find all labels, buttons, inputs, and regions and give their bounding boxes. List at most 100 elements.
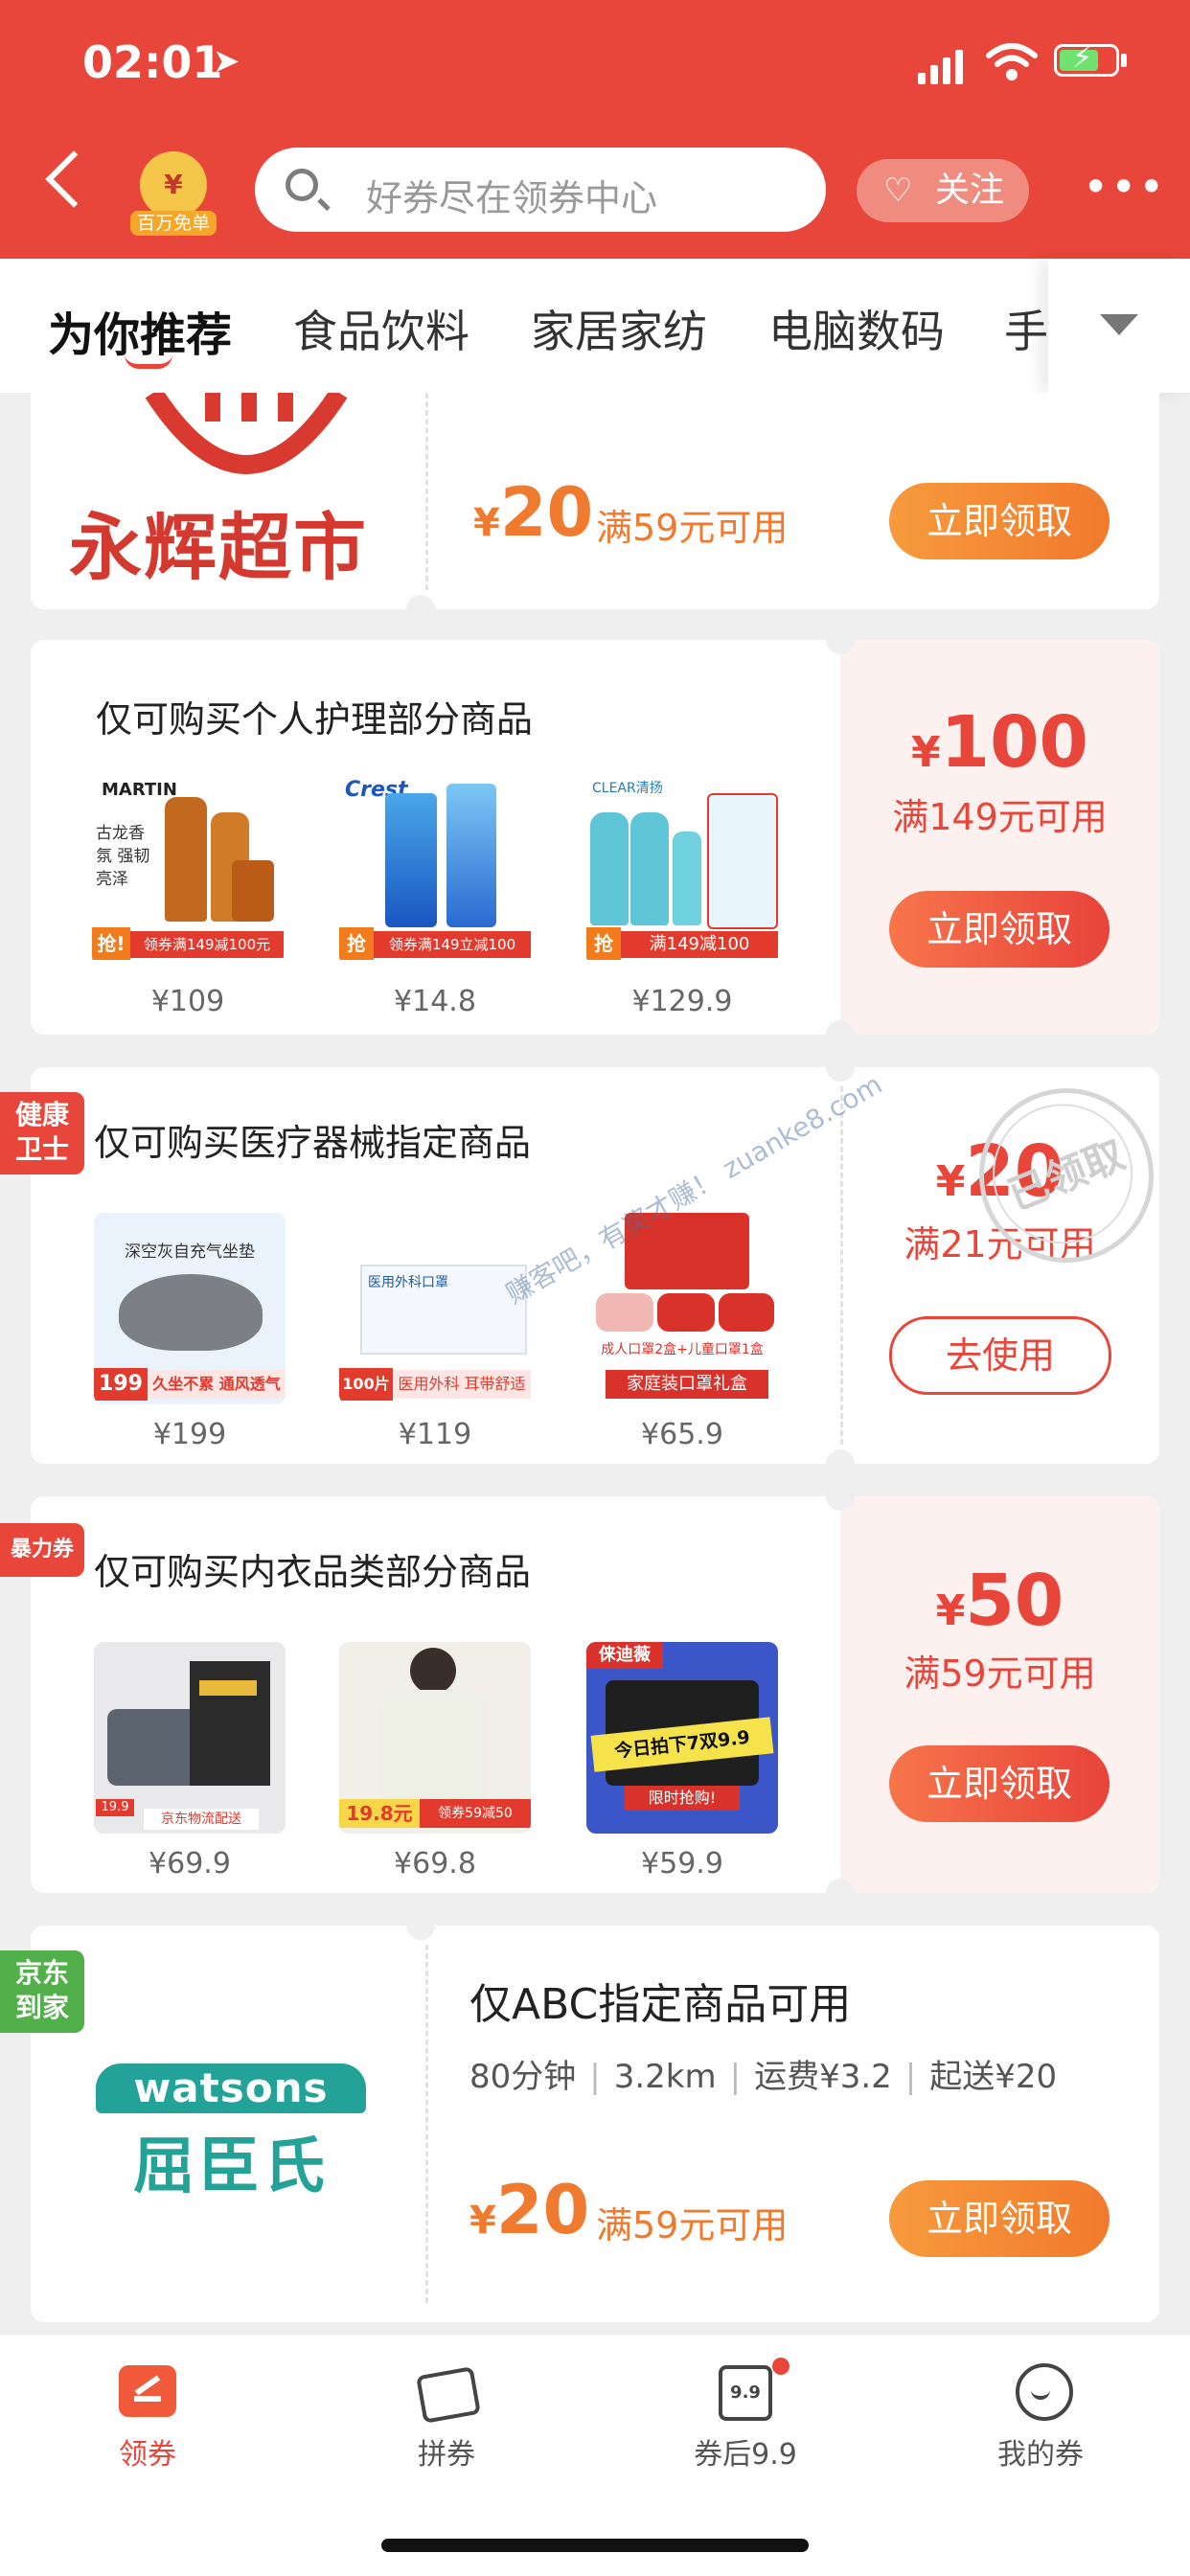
toothpaste-box — [385, 793, 437, 927]
badge-label: 百万免单 — [130, 211, 217, 236]
card-title: 仅可购买个人护理部分商品 — [96, 698, 534, 741]
tab-food-drinks[interactable]: 食品饮料 — [293, 297, 469, 360]
nav-label: 我的券 — [997, 2438, 1084, 2472]
mask-shape — [596, 1293, 653, 1332]
product-crest[interactable]: Crest 抢 领券满149立减100 — [339, 774, 531, 966]
more-menu-icon[interactable]: ••• — [1083, 161, 1166, 213]
product-martin[interactable]: MARTIN 古龙香氛 强韧亮泽 抢! 领券满149减100元 — [92, 774, 284, 966]
product-cushion[interactable]: 深空灰自充气坐垫 199 久坐不累 通风透气 — [94, 1213, 286, 1404]
bottle-shape — [673, 832, 701, 925]
tabs-expand-button[interactable] — [1048, 259, 1190, 393]
shipping-fee: 运费¥3.2 — [754, 2058, 892, 2096]
product-price: ¥59.9 — [641, 1847, 723, 1881]
garment-shape — [381, 1690, 487, 1805]
nav-item-group-coupons[interactable]: 拼券 — [360, 2361, 533, 2473]
promo-ribbon: 限时抢购! — [625, 1786, 740, 1811]
claim-button[interactable]: 立即领取 — [889, 891, 1110, 968]
tab-partial[interactable]: 手 — [1004, 297, 1048, 360]
coupon-amount: ¥50 — [840, 1560, 1159, 1642]
bottle-shape — [232, 860, 274, 922]
product-pajamas[interactable]: 19.8元 领券59减50 — [339, 1642, 531, 1834]
amount-value: 50 — [965, 1560, 1064, 1642]
million-free-badge[interactable]: ¥ 百万免单 — [130, 151, 217, 238]
product-price: ¥119 — [398, 1418, 472, 1451]
product-mask[interactable]: 医用外科口罩 100片 医用外科 耳带舒适 — [339, 1213, 531, 1404]
bottle-shape — [590, 812, 629, 925]
notification-dot — [772, 2358, 790, 2375]
side-tag-health: 健康 卫士 — [0, 1092, 84, 1174]
product-tagline: 成人口罩2盒+儿童口罩1盒 — [601, 1342, 764, 1357]
yen-sign: ¥ — [469, 2199, 496, 2243]
min-order: 起送¥20 — [929, 2058, 1058, 2096]
claim-button[interactable]: 立即领取 — [889, 2180, 1110, 2257]
card-notch — [826, 1020, 855, 1049]
tab-computer-digital[interactable]: 电脑数码 — [768, 297, 945, 360]
promo-ribbon: 家庭装口罩礼盒 — [606, 1370, 768, 1399]
yen-sign: ¥ — [473, 501, 500, 545]
active-tab-indicator — [125, 354, 172, 369]
product-price: ¥129.9 — [631, 985, 733, 1018]
claim-button[interactable]: 立即领取 — [889, 483, 1110, 559]
nav-item-coupons[interactable]: 领券 — [61, 2361, 234, 2473]
price-tag: 199 — [94, 1368, 148, 1401]
store-name: 屈臣氏 — [133, 2131, 329, 2202]
use-button[interactable]: 去使用 — [889, 1316, 1111, 1395]
mask-shape — [657, 1293, 715, 1332]
product-tagline: 深空灰自充气坐垫 — [125, 1242, 255, 1262]
promo-ribbon: 久坐不累 通风透气 — [148, 1370, 286, 1399]
card-notch — [826, 626, 855, 654]
product-image: 俫迪薇 今日拍下7双9.9 限时抢购! — [586, 1642, 778, 1834]
back-chevron-icon[interactable] — [45, 150, 103, 208]
nav-label: 券后9.9 — [694, 2438, 797, 2472]
coupon-card-personal-care: 仅可购买个人护理部分商品 MARTIN 古龙香氛 强韧亮泽 抢! 领券满149减… — [31, 640, 1159, 1035]
distance: 3.2km — [613, 2058, 717, 2096]
promo-ribbon: 领券满149立减100 — [374, 931, 531, 958]
product-brand: MARTIN — [102, 780, 177, 800]
follow-label: 关注 — [935, 171, 1005, 210]
price-tag: 19.8元 — [339, 1799, 420, 1828]
product-underwear-1[interactable]: 19.9 京东物流配送 — [94, 1642, 286, 1834]
tab-home-textiles[interactable]: 家居家纺 — [531, 297, 707, 360]
card-divider — [425, 1945, 428, 2303]
gift-box — [707, 793, 778, 929]
card-title: 仅可购买内衣品类部分商品 — [94, 1551, 532, 1593]
product-price: ¥14.8 — [394, 985, 476, 1018]
follow-button[interactable]: ♡ 关注 — [857, 159, 1029, 222]
product-socks[interactable]: 俫迪薇 今日拍下7双9.9 限时抢购! — [586, 1642, 778, 1834]
coupon-condition: 满59元可用 — [596, 2204, 789, 2246]
search-bar[interactable]: 好券尽在领券中心 — [255, 148, 826, 232]
coupon-card-watsons: watsons 屈臣氏 仅ABC指定商品可用 80分钟 | 3.2km | 运费¥3.2… — [31, 1926, 1159, 2322]
nav-item-my-coupons[interactable]: 我的券 — [954, 2361, 1127, 2473]
promo-ribbon: 医用外科 耳带舒适 — [393, 1370, 531, 1399]
nav-item-after-coupon-9-9[interactable]: 9.9 券后9.9 — [659, 2358, 832, 2473]
amount-value: 100 — [940, 701, 1089, 784]
package-box — [190, 1661, 270, 1786]
card-notch — [406, 595, 435, 624]
card-title: 仅ABC指定商品可用 — [469, 1980, 852, 2029]
card-title: 仅可购买医疗器械指定商品 — [94, 1122, 532, 1164]
promo-ribbon: 满149减100 — [621, 931, 778, 958]
product-brand: CLEAR清扬 — [592, 781, 663, 796]
status-time: 02:01 — [82, 36, 223, 88]
product-image: 医用外科口罩 100片 医用外科 耳带舒适 — [339, 1213, 531, 1404]
coupon-ticket-icon — [119, 2361, 176, 2419]
smile-face-icon — [1012, 2361, 1073, 2421]
delivery-time: 80分钟 — [469, 2058, 577, 2096]
product-price: ¥69.8 — [394, 1847, 476, 1881]
claim-button[interactable]: 立即领取 — [889, 1745, 1110, 1822]
price-9-9-icon: 9.9 — [717, 2358, 790, 2421]
product-tagline: 古龙香氛 强韧亮泽 — [96, 824, 150, 889]
wifi-icon — [985, 40, 1039, 86]
product-image: CLEAR清扬 抢 满149减100 — [586, 774, 778, 966]
product-price: ¥65.9 — [641, 1418, 723, 1451]
product-price: ¥69.9 — [149, 1847, 231, 1881]
heart-plus-icon: ♡ — [883, 171, 913, 210]
brand-tag: 俫迪薇 — [586, 1642, 663, 1669]
product-clear[interactable]: CLEAR清扬 抢 满149减100 — [586, 774, 778, 966]
grab-tag: 抢 — [339, 927, 374, 960]
yen-sign: ¥ — [910, 728, 941, 777]
coupon-condition: 满59元可用 — [596, 507, 789, 549]
icon-text: 9.9 — [719, 2365, 772, 2421]
side-tag-power-coupon: 暴力券 — [0, 1523, 84, 1577]
home-indicator — [381, 2539, 809, 2552]
